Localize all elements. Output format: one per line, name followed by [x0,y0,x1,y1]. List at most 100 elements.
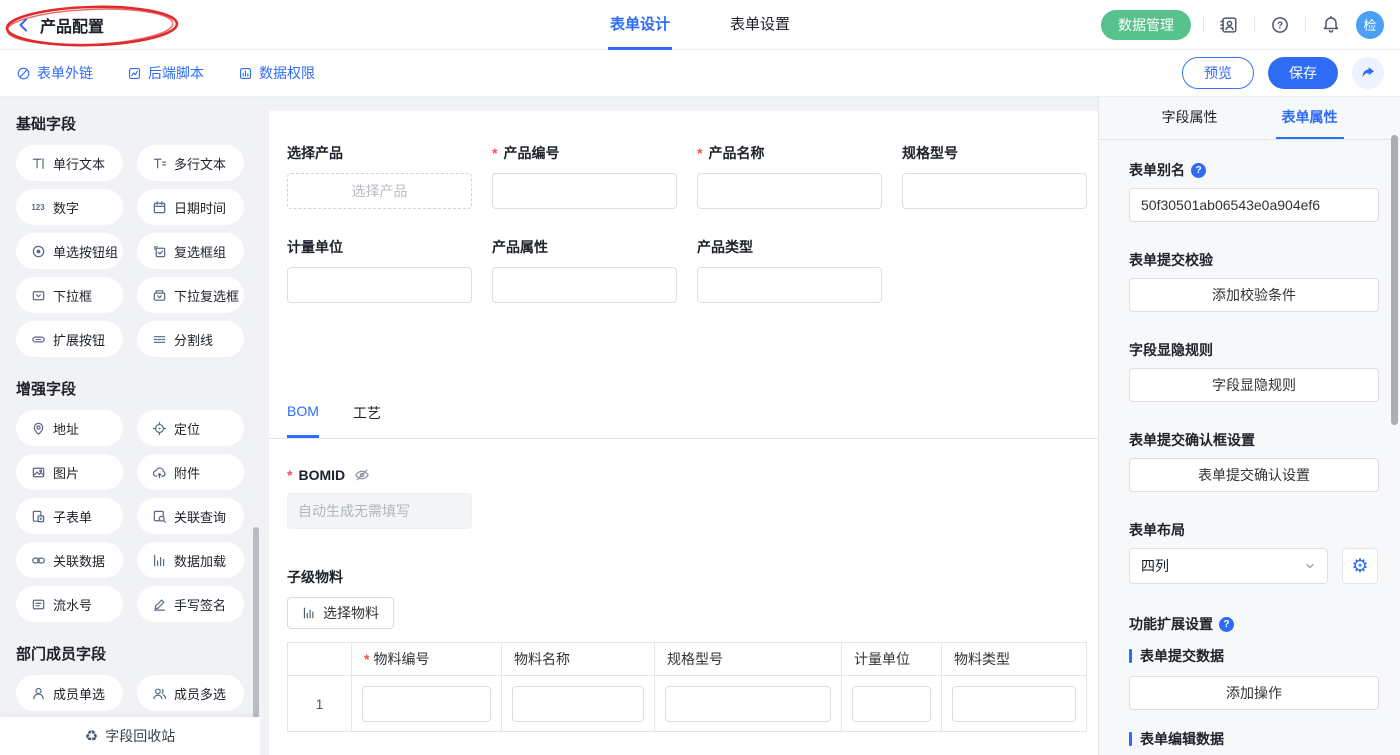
palette-item-multi-select[interactable]: 下拉复选框 [137,277,244,313]
palette-item-data-load[interactable]: 数据加载 [137,542,244,578]
select-material-button[interactable]: 选择物料 [287,597,394,629]
confirm-dialog-button[interactable]: 表单提交确认设置 [1129,458,1379,492]
help-badge-icon[interactable] [1219,617,1234,632]
material-name-input[interactable] [512,686,644,722]
notifications-button[interactable] [1318,12,1344,38]
field-spec-model: 规格型号 [902,143,1087,209]
palette-item-datetime[interactable]: 日期时间 [137,189,244,225]
palette-item-signature[interactable]: 手写签名 [137,586,244,622]
select-product-button[interactable]: 选择产品 [287,173,472,209]
backend-script-button[interactable]: 后端脚本 [127,63,204,83]
edit-data-label: 表单编辑数据 [1129,729,1378,749]
attachment-icon [151,465,167,480]
product-code-input[interactable] [492,173,677,209]
help-icon: ? [1270,15,1290,35]
toolbar-links: 表单外链 后端脚本 数据权限 [16,63,315,83]
tab-form-design[interactable]: 表单设计 [608,0,672,50]
product-attr-input[interactable] [492,267,677,303]
tab-form-properties[interactable]: 表单属性 [1276,97,1344,139]
form-toolbar: 表单外链 后端脚本 数据权限 预览 保存 [0,50,1400,97]
tab-process[interactable]: 工艺 [353,403,381,438]
save-button[interactable]: 保存 [1268,57,1338,89]
form-alias-input[interactable] [1129,188,1379,222]
palette-item-image[interactable]: 图片 [16,454,123,490]
table-header-material-type: 物料类型 [942,643,1086,676]
sidebar-scrollbar[interactable] [253,527,259,727]
chart-icon [302,606,316,620]
palette-item-single-line-text[interactable]: 单行文本 [16,145,123,181]
tab-form-settings[interactable]: 表单设置 [728,0,792,50]
palette-item-address[interactable]: 地址 [16,410,123,446]
help-button[interactable]: ? [1267,12,1293,38]
palette-item-related-query[interactable]: 关联查询 [137,498,244,534]
table-cell [352,676,502,731]
avatar[interactable]: 检 [1356,11,1384,39]
data-permission-button[interactable]: 数据权限 [238,63,315,83]
material-type-input[interactable] [952,686,1076,722]
data-manage-button[interactable]: 数据管理 [1101,10,1191,40]
back-button[interactable]: 产品配置 [16,13,104,37]
tab-field-properties[interactable]: 字段属性 [1156,97,1224,139]
divider [1203,17,1204,33]
share-icon [1360,65,1376,81]
address-icon [30,421,46,436]
palette-item-number[interactable]: 123数字 [16,189,123,225]
palette-item-related-data[interactable]: 关联数据 [16,542,123,578]
field-product-code: *产品编号 [492,143,677,209]
properties-panel: 字段属性 表单属性 表单别名 表单提交校验 添加校验条件 字段显隐规则 字段显隐… [1098,97,1400,755]
share-button[interactable] [1352,57,1384,89]
extension-settings-label: 功能扩展设置 [1129,614,1378,634]
script-icon [127,66,142,81]
form-fields-grid: 选择产品 选择产品 *产品编号 *产品名称 规格型号 计量单位 [269,111,1098,303]
multi-select-icon [151,288,167,303]
visibility-rule-button[interactable]: 字段显隐规则 [1129,368,1379,402]
field-recycle-bin-button[interactable]: ♻ 字段回收站 [0,717,260,755]
palette-item-select[interactable]: 下拉框 [16,277,123,313]
external-link-button[interactable]: 表单外链 [16,63,93,83]
unit-input[interactable] [287,267,472,303]
material-unit-input[interactable] [852,686,931,722]
palette-item-checkbox-group[interactable]: 复选框组 [137,233,244,269]
help-badge-icon[interactable] [1191,163,1206,178]
page-title: 产品配置 [40,13,104,37]
submit-data-add-button[interactable]: 添加操作 [1129,676,1379,710]
material-code-input[interactable] [362,686,491,722]
multi-line-text-icon [151,156,167,171]
chevron-down-icon [1304,560,1316,572]
blue-bar [1129,732,1132,746]
palette-item-extend-button[interactable]: 扩展按钮 [16,321,123,357]
palette-item-member-single[interactable]: 成员单选 [16,675,123,711]
properties-tabs: 字段属性 表单属性 [1099,97,1400,140]
palette-item-subform[interactable]: 子表单 [16,498,123,534]
panel-scrollbar[interactable] [1391,135,1398,425]
app-header: 产品配置 表单设计 表单设置 数据管理 ? 检 [0,0,1400,50]
product-type-input[interactable] [697,267,882,303]
data-permission-icon [238,66,253,81]
palette-item-multi-line-text[interactable]: 多行文本 [137,145,244,181]
palette-item-radio-group[interactable]: 单选按钮组 [16,233,123,269]
product-name-input[interactable] [697,173,882,209]
spec-model-input[interactable] [902,173,1087,209]
layout-settings-button[interactable]: ⚙ [1342,548,1378,584]
palette-item-divider-line[interactable]: 分割线 [137,321,244,357]
contacts-button[interactable] [1216,12,1242,38]
related-data-icon [30,553,46,568]
recycle-icon: ♻ [85,729,98,744]
layout-select[interactable]: 四列 [1129,548,1328,584]
tab-bom[interactable]: BOM [287,403,319,438]
eye-off-icon[interactable] [354,467,370,483]
table-row-index: 1 [288,676,352,731]
add-check-condition-button[interactable]: 添加校验条件 [1129,278,1379,312]
palette-item-location[interactable]: 定位 [137,410,244,446]
table-header-spec-model: 规格型号 [655,643,842,676]
bomid-input[interactable] [287,493,472,529]
palette-item-attachment[interactable]: 附件 [137,454,244,490]
field-bomid: * BOMID [287,467,1098,529]
preview-button[interactable]: 预览 [1182,57,1254,89]
palette-item-serial-number[interactable]: 流水号 [16,586,123,622]
field-product-name: *产品名称 [697,143,882,209]
visibility-rule-label: 字段显隐规则 [1129,340,1378,360]
properties-body: 表单别名 表单提交校验 添加校验条件 字段显隐规则 字段显隐规则 表单提交确认框… [1099,140,1400,755]
material-spec-input[interactable] [665,686,831,722]
palette-item-member-multi[interactable]: 成员多选 [137,675,244,711]
